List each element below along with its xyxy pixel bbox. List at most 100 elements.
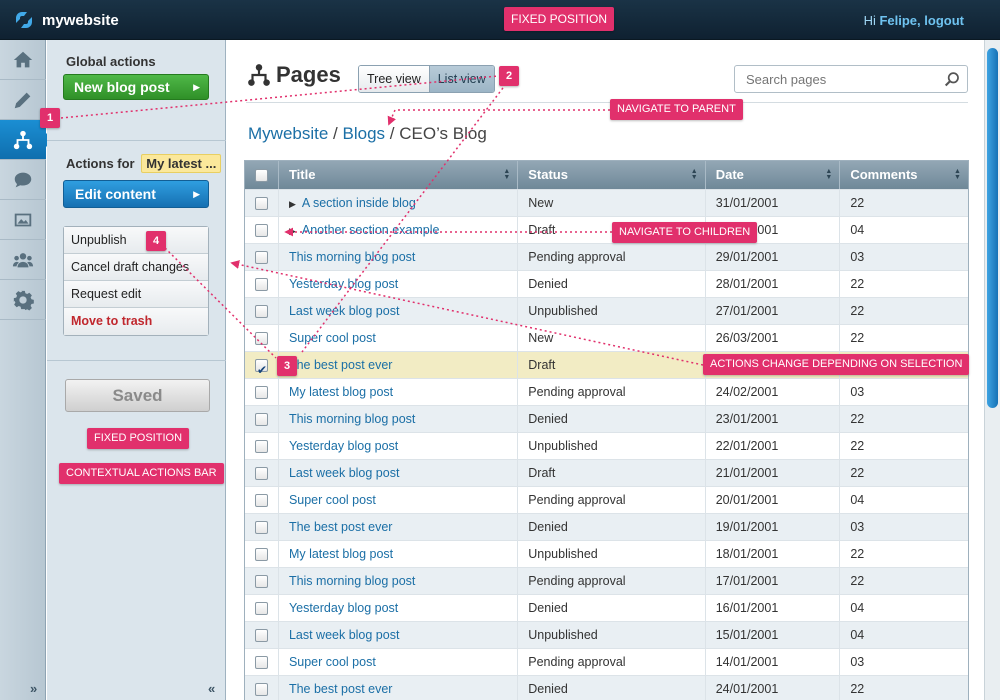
table-row[interactable]: This morning blog post Denied 23/01/2001 22 bbox=[245, 405, 968, 432]
table-row[interactable]: Yesterday blog post Denied 16/01/2001 04 bbox=[245, 594, 968, 621]
row-title-link[interactable]: This morning blog post bbox=[289, 574, 415, 588]
table-row[interactable]: The best post ever Denied 24/01/2001 22 bbox=[245, 675, 968, 700]
table-row[interactable]: The best post ever Denied 19/01/2001 03 bbox=[245, 513, 968, 540]
table-row[interactable]: ▶ A section inside blog New 31/01/2001 22 bbox=[245, 189, 968, 216]
column-comments[interactable]: Comments ▲ ▼ bbox=[840, 161, 968, 189]
request-edit-button[interactable]: Request edit bbox=[64, 281, 208, 308]
table-row[interactable]: ▶Another section exampleDraft30/01/20010… bbox=[245, 216, 968, 243]
annotation-contextual-bar: CONTEXTUAL ACTIONS BAR bbox=[59, 463, 224, 484]
row-checkbox[interactable] bbox=[255, 548, 268, 562]
row-title-link[interactable]: Last week blog post bbox=[289, 304, 400, 318]
row-title-link[interactable]: Super cool post bbox=[289, 655, 376, 669]
column-title[interactable]: Title ▲ ▼ bbox=[279, 161, 519, 189]
search-icon[interactable] bbox=[944, 71, 961, 88]
row-title-link[interactable]: Super cool post bbox=[289, 331, 376, 345]
row-title-link[interactable]: Yesterday blog post bbox=[289, 277, 398, 291]
row-checkbox[interactable] bbox=[255, 602, 268, 616]
pencil-icon bbox=[14, 92, 31, 108]
rail-comments[interactable] bbox=[0, 160, 46, 200]
row-checkbox[interactable] bbox=[255, 683, 268, 697]
table-row[interactable]: This morning blog post Pending approval 29… bbox=[245, 243, 968, 270]
expand-arrow-icon[interactable]: ▶ bbox=[289, 226, 296, 236]
user-name-link[interactable]: Felipe, bbox=[879, 13, 920, 28]
row-title-link[interactable]: The best post ever bbox=[289, 682, 393, 696]
row-select-cell bbox=[245, 676, 279, 700]
row-title-link[interactable]: This morning blog post bbox=[289, 250, 415, 264]
row-checkbox[interactable] bbox=[255, 386, 268, 400]
table-row[interactable]: My latest blog post Unpublished 18/01/2001… bbox=[245, 540, 968, 567]
move-to-trash-button[interactable]: Move to trash bbox=[64, 308, 208, 335]
table-row[interactable]: Last week blog post Draft 21/01/2001 22 bbox=[245, 459, 968, 486]
selection-badge: My latest ... bbox=[141, 154, 222, 173]
search-input[interactable] bbox=[735, 66, 935, 92]
row-checkbox[interactable] bbox=[255, 575, 268, 589]
row-checkbox[interactable] bbox=[255, 251, 268, 265]
scrollbar-thumb[interactable] bbox=[987, 48, 998, 408]
row-title-link[interactable]: Last week blog post bbox=[289, 628, 400, 642]
row-checkbox[interactable] bbox=[255, 413, 268, 427]
row-checkbox[interactable] bbox=[255, 305, 268, 319]
row-title-link[interactable]: This morning blog post bbox=[289, 412, 415, 426]
select-all-checkbox[interactable] bbox=[255, 169, 268, 183]
row-checkbox[interactable] bbox=[255, 224, 268, 238]
tree-view-button[interactable]: Tree view bbox=[359, 66, 430, 92]
row-title-cell: Last week blog post bbox=[279, 460, 519, 486]
table-row[interactable]: This morning blog post Pending approval 17… bbox=[245, 567, 968, 594]
row-checkbox[interactable] bbox=[255, 494, 268, 508]
row-title-link[interactable]: A section inside blog bbox=[302, 196, 416, 210]
row-comments: 04 bbox=[850, 628, 865, 642]
row-title-link[interactable]: Super cool post bbox=[289, 493, 376, 507]
unpublish-button[interactable]: Unpublish bbox=[64, 227, 208, 254]
row-title-link[interactable]: My latest blog post bbox=[289, 385, 393, 399]
expand-arrow-icon[interactable]: ▶ bbox=[289, 199, 296, 209]
rail-expand-button[interactable]: » bbox=[30, 681, 37, 696]
column-status[interactable]: Status ▲ ▼ bbox=[518, 161, 706, 189]
row-checkbox[interactable] bbox=[255, 332, 268, 346]
rail-home[interactable] bbox=[0, 40, 46, 80]
row-checkbox[interactable] bbox=[255, 440, 268, 454]
list-view-button[interactable]: List view bbox=[429, 66, 494, 92]
table-row[interactable]: Last week blog post Unpublished 15/01/2001… bbox=[245, 621, 968, 648]
edit-content-label: Edit content bbox=[75, 186, 156, 202]
image-icon bbox=[14, 213, 32, 226]
breadcrumb-root[interactable]: Mywebsite bbox=[248, 124, 328, 143]
column-date[interactable]: Date ▲ ▼ bbox=[706, 161, 841, 189]
selection-actions-title: Actions for My latest ... bbox=[66, 154, 222, 173]
cancel-draft-changes-button[interactable]: Cancel draft changes bbox=[64, 254, 208, 281]
row-checkbox[interactable] bbox=[255, 357, 268, 378]
row-title-link[interactable]: Yesterday blog post bbox=[289, 439, 398, 453]
rail-settings[interactable] bbox=[0, 280, 46, 320]
table-row[interactable]: Super cool post New 26/03/2001 22 bbox=[245, 324, 968, 351]
row-title-link[interactable]: The best post ever bbox=[289, 358, 393, 372]
logout-link[interactable]: logout bbox=[924, 13, 964, 28]
vertical-scrollbar[interactable] bbox=[984, 40, 1000, 700]
table-row[interactable]: Yesterday blog post Unpublished 22/01/2001… bbox=[245, 432, 968, 459]
row-checkbox[interactable] bbox=[255, 521, 268, 535]
table-row[interactable]: Super cool post Pending approval 20/01/200… bbox=[245, 486, 968, 513]
row-title-link[interactable]: Last week blog post bbox=[289, 466, 400, 480]
edit-content-button[interactable]: Edit content ▶ bbox=[63, 180, 209, 208]
table-row[interactable]: Yesterday blog post Denied 28/01/2001 22 bbox=[245, 270, 968, 297]
breadcrumb-blogs[interactable]: Blogs bbox=[343, 124, 386, 143]
row-checkbox[interactable] bbox=[255, 629, 268, 643]
panel-divider bbox=[47, 140, 226, 141]
collapse-panel-button[interactable]: « bbox=[208, 681, 215, 696]
row-checkbox[interactable] bbox=[255, 197, 268, 211]
row-status: Pending approval bbox=[518, 568, 706, 594]
row-checkbox[interactable] bbox=[255, 278, 268, 292]
logo[interactable]: mywebsite bbox=[12, 8, 119, 32]
row-comments: 22 bbox=[850, 439, 865, 453]
row-title-link[interactable]: Another section example bbox=[302, 223, 440, 237]
rail-media[interactable] bbox=[0, 200, 46, 240]
row-checkbox[interactable] bbox=[255, 467, 268, 481]
row-checkbox[interactable] bbox=[255, 656, 268, 670]
row-title-link[interactable]: My latest blog post bbox=[289, 547, 393, 561]
saved-button[interactable]: Saved bbox=[65, 379, 210, 412]
new-blog-post-button[interactable]: New blog post ▶ bbox=[63, 74, 209, 100]
row-title-link[interactable]: Yesterday blog post bbox=[289, 601, 398, 615]
table-row[interactable]: My latest blog post Pending approval 24/02… bbox=[245, 378, 968, 405]
table-row[interactable]: Super cool post Pending approval 14/01/200… bbox=[245, 648, 968, 675]
row-title-link[interactable]: The best post ever bbox=[289, 520, 393, 534]
rail-users[interactable] bbox=[0, 240, 46, 280]
table-row[interactable]: Last week blog post Unpublished 27/01/2001… bbox=[245, 297, 968, 324]
